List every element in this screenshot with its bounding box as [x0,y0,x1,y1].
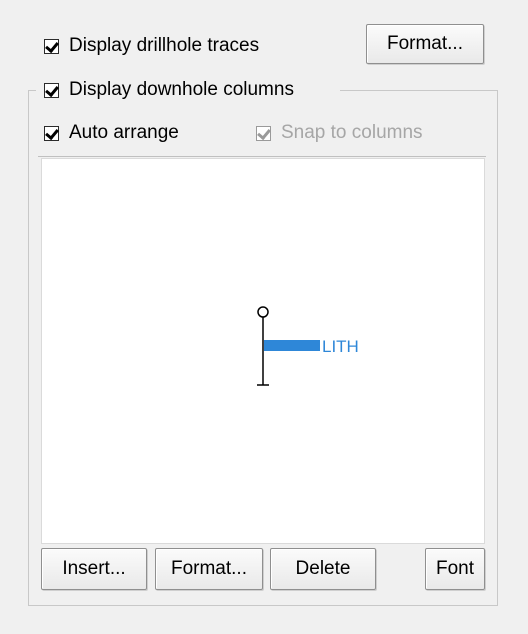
checkmark-icon [45,38,59,53]
checkbox-box[interactable] [44,82,59,98]
display-drillhole-traces-checkbox[interactable]: Display drillhole traces [44,35,259,57]
drillhole-trace-graphic [257,306,320,386]
checkbox-box[interactable] [44,125,59,141]
checkmark-icon [45,125,59,140]
column-label[interactable]: LITH [322,337,359,357]
lith-column-bar[interactable] [264,340,320,351]
display-downhole-columns-checkbox[interactable]: Display downhole columns [44,79,294,101]
format-column-button[interactable]: Format... [155,548,263,590]
checkbox-label: Display drillhole traces [69,35,260,56]
checkbox-box[interactable] [44,38,59,54]
downhole-options-panel: Display drillhole traces Format... Displ… [0,0,528,634]
collar-icon [257,306,269,318]
separator-line [38,156,486,157]
insert-column-button[interactable]: Insert... [41,548,147,590]
snap-to-columns-checkbox: Snap to columns [256,122,423,144]
font-button[interactable]: Font [425,548,485,590]
delete-column-button[interactable]: Delete [270,548,376,590]
checkbox-box [256,125,271,141]
checkmark-icon [45,82,59,97]
checkbox-label: Auto arrange [69,122,179,143]
checkmark-icon [257,125,271,140]
checkbox-label: Snap to columns [281,122,423,143]
checkbox-label: Display downhole columns [69,79,294,100]
auto-arrange-checkbox[interactable]: Auto arrange [44,122,179,144]
column-preview-canvas[interactable]: LITH [41,158,485,544]
format-traces-button[interactable]: Format... [366,24,484,64]
